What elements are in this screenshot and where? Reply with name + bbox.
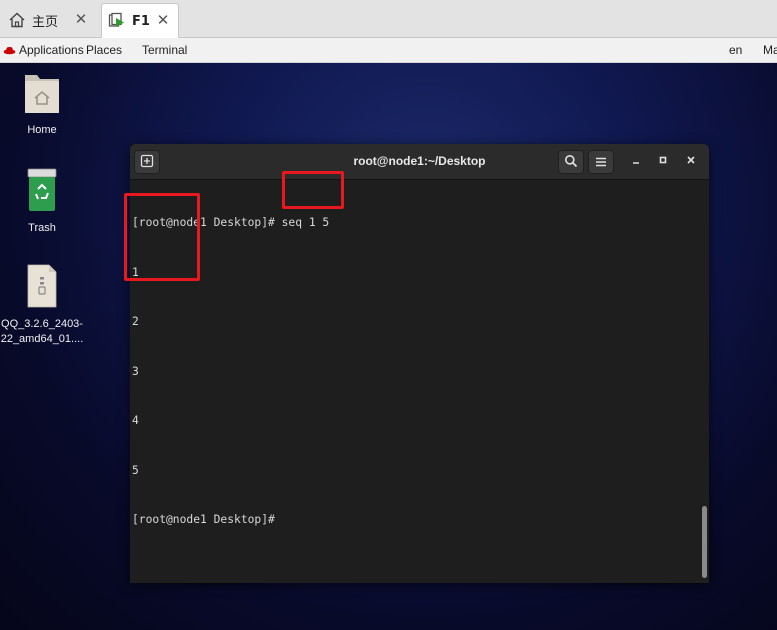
client-tab-bar: 主页 ✕ F1 ✕ (0, 0, 777, 38)
desktop-icon-home[interactable]: Home (0, 71, 84, 138)
annotation-box-command (282, 171, 344, 209)
terminal-line: [root@node1 Desktop]# (132, 513, 282, 526)
terminal-output[interactable]: [root@node1 Desktop]# seq 1 5 1 2 3 4 5 … (130, 180, 702, 583)
tab-home[interactable]: 主页 ✕ (0, 3, 96, 37)
desktop-icon-trash[interactable]: Trash (0, 167, 84, 236)
gnome-top-bar: Applications Places Terminal en Ma (0, 38, 777, 63)
terminal-line: [root@node1 Desktop]# seq 1 5 (132, 216, 330, 229)
search-button[interactable] (558, 150, 584, 174)
scrollbar-thumb[interactable] (702, 506, 707, 578)
places-menu[interactable]: Places (86, 43, 122, 57)
trash-icon (22, 168, 62, 216)
input-language-indicator[interactable]: en (729, 43, 742, 57)
terminal-window[interactable]: root@node1:~/Desktop [root@node1 Desktop… (130, 144, 709, 583)
close-icon[interactable]: ✕ (156, 13, 170, 28)
hamburger-menu-icon (595, 153, 607, 172)
clock[interactable]: Ma (763, 43, 777, 57)
desktop-icon-label: QQ_3.2.6_2403-22_amd64_01.... (0, 318, 84, 345)
terminal-line: 2 (132, 315, 139, 328)
close-icon (686, 154, 696, 168)
search-icon (564, 153, 578, 172)
applications-label: Applications (19, 43, 84, 57)
desktop-icon-label: Home (27, 124, 57, 136)
close-window-button[interactable] (683, 153, 699, 169)
terminal-line: 1 (132, 265, 139, 279)
home-icon (8, 11, 26, 29)
terminal-line: 3 (132, 364, 139, 378)
vm-play-icon (108, 12, 126, 30)
annotation-box-output (124, 193, 200, 281)
folder-home-icon (22, 75, 62, 118)
tab-label: F1 (132, 13, 150, 29)
package-file-icon (25, 264, 59, 312)
terminal-header-bar[interactable]: root@node1:~/Desktop (130, 144, 709, 180)
tab-f1[interactable]: F1 ✕ (101, 3, 179, 38)
tab-label: 主页 (32, 14, 59, 30)
minimize-icon (631, 154, 641, 168)
maximize-icon (658, 154, 668, 168)
hamburger-menu-button[interactable] (588, 150, 614, 174)
terminal-line: 5 (132, 463, 139, 477)
desktop-icon-qq-package[interactable]: QQ_3.2.6_2403-22_amd64_01.... (0, 263, 84, 347)
applications-menu[interactable]: Applications (3, 43, 84, 57)
terminal-app-menu[interactable]: Terminal (142, 43, 187, 57)
desktop-icon-label: Trash (28, 222, 56, 234)
terminal-scrollbar[interactable] (701, 180, 709, 583)
minimize-button[interactable] (628, 153, 644, 169)
terminal-line: 4 (132, 414, 139, 427)
maximize-button[interactable] (655, 153, 671, 169)
redhat-logo-icon (3, 45, 16, 55)
close-icon[interactable]: ✕ (74, 12, 88, 27)
terminal-title: root@node1:~/Desktop (353, 154, 486, 168)
